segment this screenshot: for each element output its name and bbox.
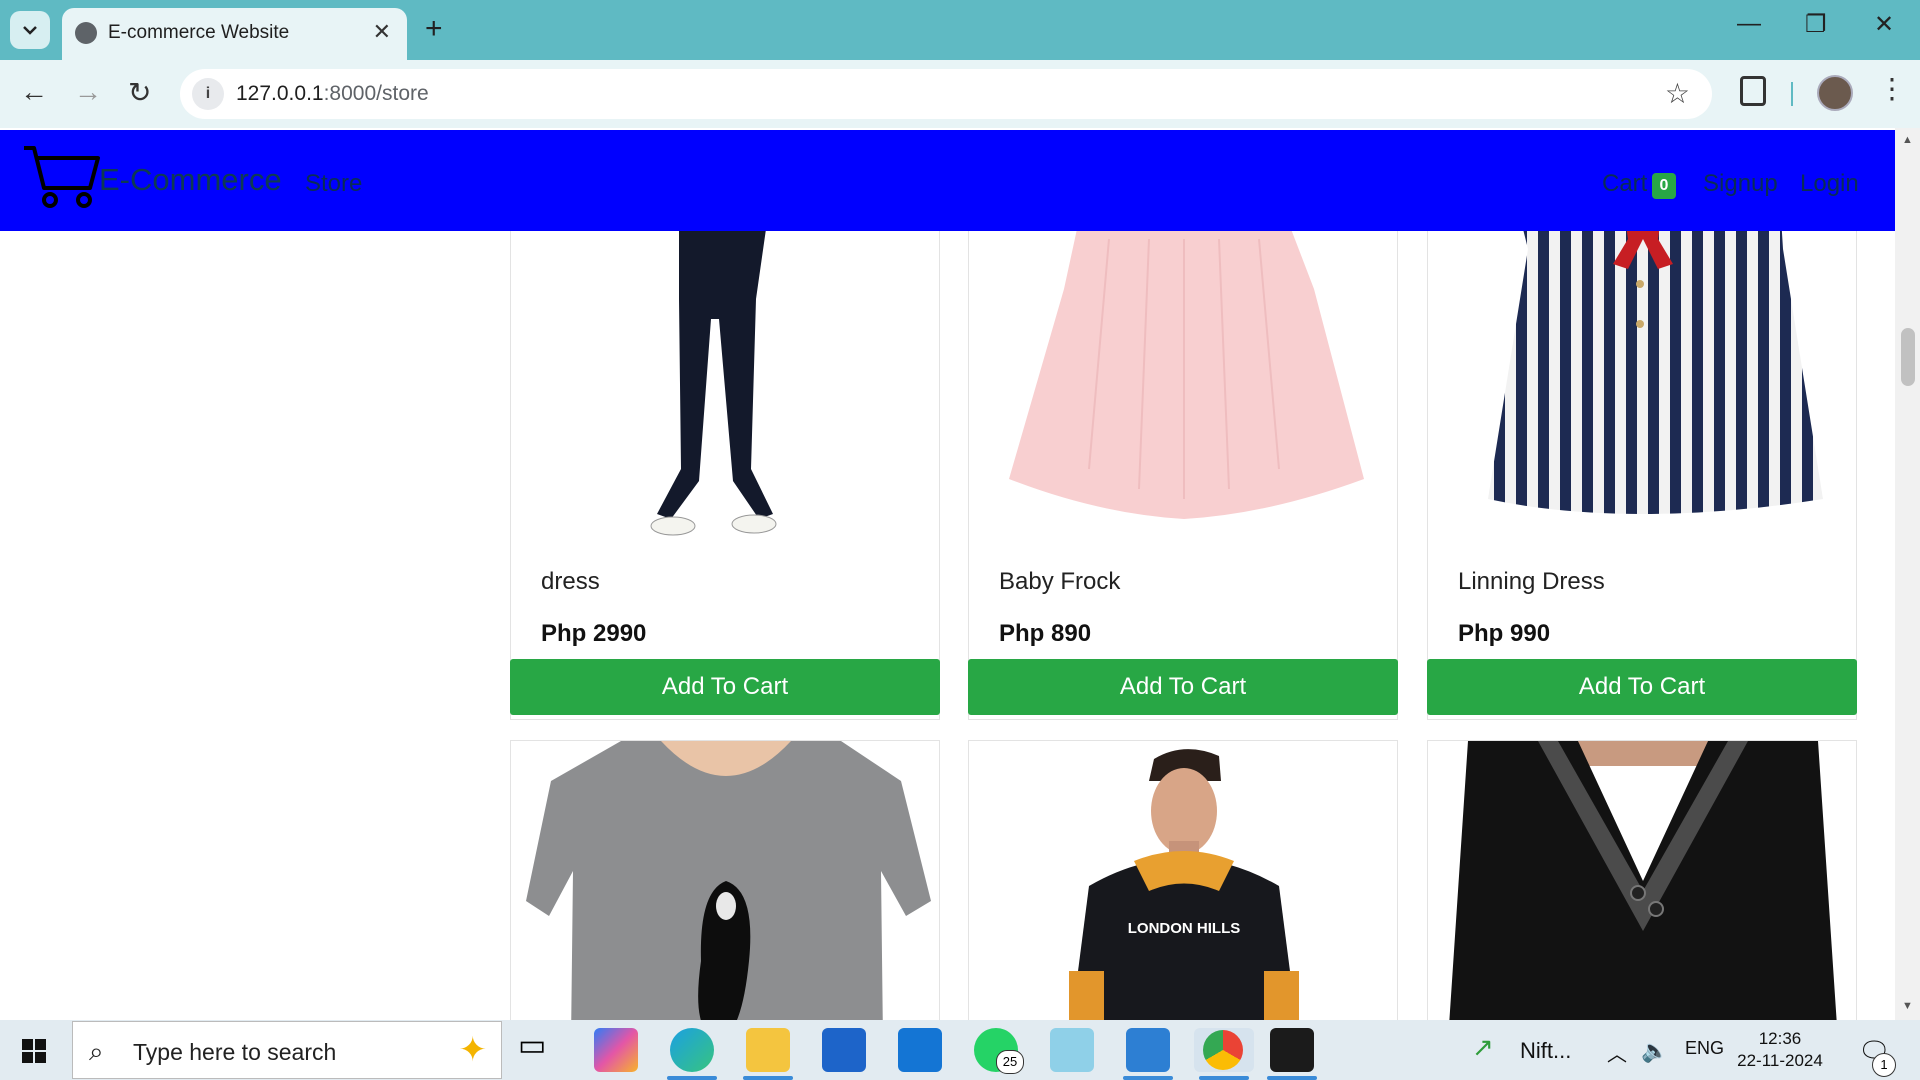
show-hidden-icons-chevron-icon[interactable]: ︿ (1607, 1038, 1627, 1067)
browser-tab[interactable]: E-commerce Website ✕ (62, 8, 407, 60)
forward-button[interactable]: → (74, 76, 102, 108)
product-card: Baby Frock Php 890 (968, 168, 1398, 720)
product-price: Php 890 (999, 620, 1092, 647)
product-image (1428, 741, 1856, 1020)
close-tab-icon[interactable]: ✕ (373, 19, 391, 45)
tab-search-button[interactable] (10, 11, 50, 49)
back-button[interactable]: ← (20, 76, 48, 108)
vscode-icon[interactable] (1126, 1028, 1170, 1072)
cart-count-badge: 0 (1652, 173, 1676, 199)
product-card: LONDON HILLS (968, 740, 1398, 1020)
address-bar[interactable]: i 127.0.0.1:8000/store ☆ (180, 69, 1712, 119)
nav-link-login[interactable]: Login (1800, 170, 1859, 198)
page-scrollbar[interactable]: ▲ ▼ (1895, 128, 1920, 1020)
task-view-icon[interactable]: ▭ (518, 1028, 562, 1072)
extensions-icon[interactable] (1740, 76, 1766, 106)
reload-button[interactable]: ↻ (128, 76, 151, 109)
restore-button[interactable]: ❐ (1805, 10, 1827, 39)
browser-tab-strip: E-commerce Website ✕ + — ❐ ✕ (0, 0, 1920, 60)
vscode-active-indicator (1123, 1076, 1173, 1080)
toolbar-separator (1791, 82, 1793, 106)
minimize-button[interactable]: — (1737, 10, 1761, 38)
nav-link-signup[interactable]: Signup (1703, 170, 1778, 198)
copilot-sparkle-icon: ✦ (458, 1031, 488, 1069)
nav-link-cart[interactable]: Cart (1602, 170, 1647, 198)
file-explorer-icon[interactable] (746, 1028, 790, 1072)
scroll-up-arrow-icon[interactable]: ▲ (1902, 134, 1913, 146)
product-name: Baby Frock (999, 568, 1121, 595)
globe-icon (75, 22, 97, 44)
stock-chart-icon[interactable]: ↗ (1472, 1032, 1494, 1063)
scroll-down-arrow-icon[interactable]: ▼ (1902, 1000, 1913, 1012)
whatsapp-unread-badge: 25 (996, 1050, 1024, 1074)
speaker-icon[interactable]: 🔈 (1641, 1038, 1668, 1064)
chevron-down-icon (23, 26, 37, 35)
product-price: Php 990 (1458, 620, 1551, 647)
page-viewport: dress Php 2990 Baby Frock Php 890 Linnin… (0, 128, 1920, 1020)
product-card: dress Php 2990 (510, 168, 940, 720)
tab-title: E-commerce Website (108, 22, 290, 43)
nifty-widget-label[interactable]: Nift... (1520, 1038, 1571, 1064)
product-card (1427, 740, 1857, 1020)
edge-browser-icon[interactable] (670, 1028, 714, 1072)
search-icon: ⌕ (89, 1036, 104, 1066)
chrome-icon-wrapper[interactable] (1194, 1028, 1254, 1072)
notification-count-badge: 1 (1872, 1053, 1896, 1077)
chrome-active-indicator (1199, 1076, 1249, 1080)
microsoft-store-icon[interactable] (822, 1028, 866, 1072)
terminal-active-indicator (1267, 1076, 1317, 1080)
nav-link-store[interactable]: Store (305, 170, 362, 198)
close-window-button[interactable]: ✕ (1874, 10, 1894, 39)
terminal-icon[interactable] (1270, 1028, 1314, 1072)
windows-start-icon[interactable] (22, 1039, 46, 1063)
product-name: dress (541, 568, 600, 595)
language-indicator[interactable]: ENG (1685, 1038, 1724, 1059)
search-placeholder: Type here to search (133, 1039, 337, 1065)
product-card: Linning Dress Php 990 (1427, 168, 1857, 720)
windows-taskbar: ⌕ Type here to search ✦ ▭ 25 ↗ Nift... ︿… (0, 1020, 1920, 1080)
taskbar-search-box[interactable]: ⌕ Type here to search ✦ (72, 1021, 502, 1079)
clock-time: 12:36 (1758, 1029, 1802, 1048)
product-image: LONDON HILLS (969, 741, 1397, 1020)
notepad-icon[interactable] (1050, 1028, 1094, 1072)
chrome-icon (1203, 1030, 1243, 1070)
site-navbar: E-Commerce Store Cart 0 Signup Login (0, 130, 1895, 231)
clock-date: 22-11-2024 (1737, 1051, 1823, 1070)
edge-active-indicator (667, 1076, 717, 1080)
product-name: Linning Dress (1458, 568, 1605, 595)
url-text[interactable]: 127.0.0.1:8000/store (236, 82, 429, 106)
product-price: Php 2990 (541, 620, 647, 647)
brand-name[interactable]: E-Commerce (99, 162, 282, 198)
explorer-active-indicator (743, 1076, 793, 1080)
new-tab-button[interactable]: + (425, 12, 443, 46)
add-to-cart-button[interactable]: Add To Cart (1427, 659, 1857, 715)
product-image (511, 741, 939, 1020)
browser-toolbar: ← → ↻ i 127.0.0.1:8000/store ☆ ⋮ (0, 60, 1920, 128)
url-host: 127.0.0.1 (236, 82, 324, 105)
bookmark-star-icon[interactable]: ☆ (1665, 77, 1690, 110)
profile-avatar[interactable] (1817, 75, 1853, 111)
hoodie-print-text: LONDON HILLS (1128, 920, 1241, 937)
add-to-cart-button[interactable]: Add To Cart (968, 659, 1398, 715)
product-card (510, 740, 940, 1020)
site-info-icon[interactable]: i (192, 78, 224, 110)
shopping-cart-icon[interactable] (22, 144, 100, 210)
taskbar-clock[interactable]: 12:36 22-11-2024 (1725, 1028, 1835, 1072)
browser-menu-icon[interactable]: ⋮ (1878, 72, 1906, 105)
outlook-icon[interactable] (898, 1028, 942, 1072)
scrollbar-thumb[interactable] (1901, 328, 1915, 386)
url-path: :8000/store (323, 82, 429, 105)
add-to-cart-button[interactable]: Add To Cart (510, 659, 940, 715)
copilot-icon[interactable] (594, 1028, 638, 1072)
